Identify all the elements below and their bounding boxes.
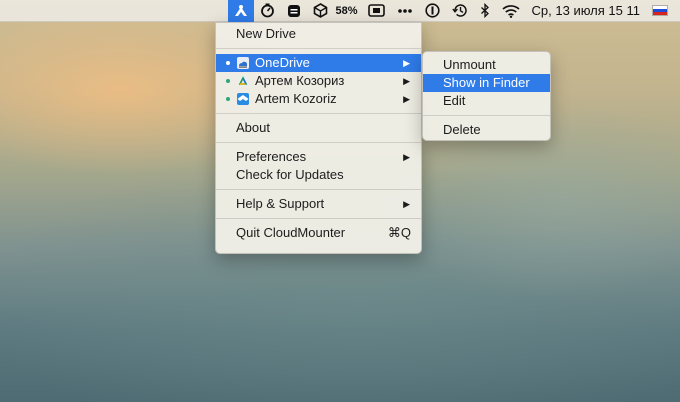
check-updates-label: Check for Updates (236, 167, 344, 182)
menu-separator (216, 189, 421, 190)
menu-item-check-updates[interactable]: Check for Updates (216, 166, 421, 184)
menu-separator (216, 218, 421, 219)
submenu-item-delete[interactable]: Delete (423, 121, 550, 139)
menu-item-help-support[interactable]: Help & Support ▶ (216, 195, 421, 213)
connected-dot-icon (226, 79, 230, 83)
submenu-arrow-icon: ▶ (403, 58, 410, 68)
submenu-arrow-icon: ▶ (403, 94, 410, 104)
submenu-item-unmount[interactable]: Unmount (423, 56, 550, 74)
bluetooth-icon[interactable] (474, 0, 496, 22)
menu-separator (216, 142, 421, 143)
box-icon[interactable] (307, 0, 334, 22)
delete-label: Delete (443, 122, 481, 137)
connected-dot-icon (226, 97, 230, 101)
about-label: About (236, 120, 270, 135)
active-dot-icon (226, 61, 230, 65)
edit-label: Edit (443, 93, 466, 108)
submenu-item-edit[interactable]: Edit (423, 92, 550, 110)
submenu-arrow-icon: ▶ (403, 76, 410, 86)
menu-separator (216, 48, 421, 49)
menubar-clock[interactable]: Ср, 13 июля 15 11 (526, 3, 646, 18)
menu-item-dropbox[interactable]: Artem Kozoriz ▶ (216, 90, 421, 108)
timer-icon[interactable] (254, 0, 281, 22)
more-dots-icon[interactable] (391, 0, 419, 22)
menu-item-google-drive[interactable]: Артем Козориз ▶ (216, 72, 421, 90)
google-drive-label: Артем Козориз (255, 73, 345, 88)
menu-bar: 58% Ср, 13 июля 15 11 (0, 0, 680, 22)
battery-percentage[interactable]: 58% (334, 5, 362, 17)
preferences-label: Preferences (236, 149, 307, 164)
google-drive-icon (237, 75, 249, 87)
help-label: Help & Support (236, 196, 325, 211)
note-icon[interactable] (281, 0, 307, 22)
submenu-arrow-icon: ▶ (403, 152, 410, 162)
screen-icon[interactable] (362, 0, 391, 22)
russian-flag-icon[interactable] (646, 0, 674, 22)
quit-label: Quit CloudMounter (236, 225, 346, 240)
show-in-finder-label: Show in Finder (443, 75, 530, 90)
menu-separator (216, 113, 421, 114)
onedrive-icon (237, 57, 249, 69)
quit-shortcut: ⌘Q (387, 225, 411, 240)
wifi-icon[interactable] (496, 0, 526, 22)
new-drive-label: New Drive (236, 26, 296, 41)
menu-item-about[interactable]: About (216, 119, 421, 137)
menu-item-onedrive[interactable]: OneDrive ▶ (216, 54, 421, 72)
submenu-item-show-in-finder[interactable]: Show in Finder (423, 74, 550, 92)
menu-separator (423, 115, 550, 116)
info-icon[interactable] (419, 0, 446, 22)
time-machine-icon[interactable] (446, 0, 474, 22)
menu-item-new-drive[interactable]: New Drive (216, 25, 421, 43)
submenu-arrow-icon: ▶ (403, 199, 410, 209)
dropbox-icon (237, 93, 249, 105)
unmount-label: Unmount (443, 57, 496, 72)
menu-item-quit[interactable]: Quit CloudMounter ⌘Q (216, 224, 421, 242)
dropbox-label: Artem Kozoriz (255, 91, 337, 106)
onedrive-submenu: Unmount Show in Finder Edit Delete (422, 51, 551, 141)
menu-item-preferences[interactable]: Preferences ▶ (216, 148, 421, 166)
cloudmounter-menu: New Drive OneDrive ▶ Артем Козориз ▶ Art… (215, 22, 422, 254)
cloudmounter-menu-icon[interactable] (227, 0, 254, 22)
